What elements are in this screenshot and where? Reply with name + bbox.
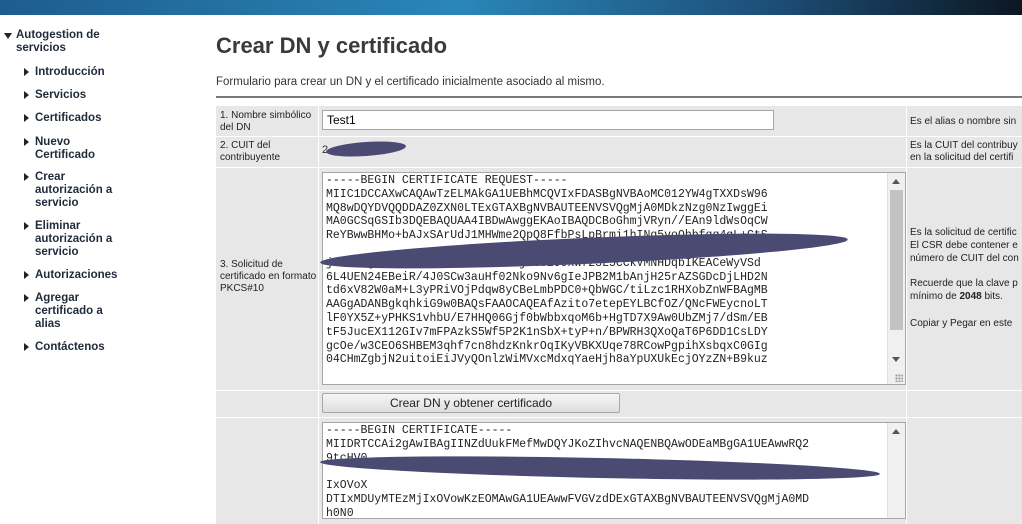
csr-help-bits-line: mínimo de 2048 bits.	[910, 291, 1003, 303]
chevron-right-icon	[24, 343, 29, 351]
sidebar-item-introduccion[interactable]: Introducción	[24, 66, 174, 79]
label-cell	[216, 418, 319, 524]
csr-textarea[interactable]: -----BEGIN CERTIFICATE REQUEST----- MIIC…	[322, 172, 906, 385]
cuit-help-line: Es la CUIT del contribuy	[910, 140, 1018, 151]
alias-help: Es el alias o nombre sin	[910, 116, 1017, 127]
label-cell	[216, 391, 319, 417]
sidebar-item-agregar-certificado[interactable]: Agregar certificado a alias	[24, 292, 174, 331]
alias-input[interactable]	[322, 110, 774, 130]
resize-grip-icon[interactable]	[895, 374, 903, 382]
redaction-mark	[325, 139, 407, 159]
sidebar-item-label[interactable]: Eliminar autorización a servicio	[35, 220, 135, 259]
textarea-cell: -----BEGIN CERTIFICATE----- MIIDRTCCAi2g…	[319, 418, 907, 524]
header-divider	[216, 96, 1022, 98]
form-row-submit: Crear DN y obtener certificado	[216, 390, 1022, 417]
sidebar-item-label[interactable]: Contáctenos	[35, 341, 155, 354]
button-cell: Crear DN y obtener certificado	[320, 391, 907, 417]
help-cell	[908, 391, 1022, 417]
top-banner	[0, 0, 1022, 15]
chevron-right-icon	[24, 138, 29, 146]
sidebar-item-certificados[interactable]: Certificados	[24, 112, 174, 125]
csr-label: 3. Solicitud de certificado en formato P…	[220, 259, 317, 294]
chevron-right-icon	[24, 68, 29, 76]
sidebar-item-label[interactable]: Introducción	[35, 66, 155, 79]
sidebar-item-servicios[interactable]: Servicios	[24, 89, 174, 102]
value-cell: 2	[320, 137, 907, 167]
scroll-down-arrow-icon[interactable]	[892, 357, 900, 362]
form-row-csr: 3. Solicitud de certificado en formato P…	[216, 167, 1022, 390]
sidebar-section-title[interactable]: Autogestion de servicios	[16, 29, 136, 55]
form-row-certificate: -----BEGIN CERTIFICATE----- MIIDRTCCAi2g…	[216, 417, 1022, 524]
csr-help-text: bits.	[981, 291, 1003, 302]
chevron-right-icon	[24, 222, 29, 230]
scroll-thumb[interactable]	[890, 190, 903, 330]
help-cell: Es el alias o nombre sin	[908, 106, 1022, 136]
sidebar-section-autogestion[interactable]: Autogestion de servicios	[4, 29, 136, 55]
alias-label: 1. Nombre simbólico del DN	[220, 110, 312, 133]
sidebar-item-label[interactable]: Servicios	[35, 89, 155, 102]
chevron-right-icon	[24, 173, 29, 181]
csr-scrollbar[interactable]	[887, 173, 905, 384]
csr-help-line: Recuerde que la clave p	[910, 278, 1018, 289]
csr-help-line: El CSR debe contener e	[910, 240, 1018, 251]
sidebar-item-label[interactable]: Autorizaciones	[35, 269, 155, 282]
sidebar-item-contactenos[interactable]: Contáctenos	[24, 341, 174, 354]
sidebar-item-label[interactable]: Nuevo Certificado	[35, 136, 110, 162]
label-cell: 1. Nombre simbólico del DN	[216, 106, 319, 136]
label-cell: 3. Solicitud de certificado en formato P…	[216, 168, 319, 390]
sidebar-item-label[interactable]: Agregar certificado a alias	[35, 292, 125, 331]
expanded-triangle-icon	[4, 33, 12, 39]
chevron-right-icon	[24, 114, 29, 122]
input-cell	[320, 106, 907, 136]
form-row-alias: 1. Nombre simbólico del DN Es el alias o…	[216, 105, 1022, 136]
sidebar-item-label[interactable]: Crear autorización a servicio	[35, 171, 135, 210]
csr-help-line: Es la solicitud de certific	[910, 227, 1017, 238]
cuit-help-line: en la solicitud del certifi	[910, 152, 1014, 163]
sidebar-item-nuevo-certificado[interactable]: Nuevo Certificado	[24, 136, 174, 162]
chevron-right-icon	[24, 91, 29, 99]
csr-help-bits: 2048	[959, 291, 982, 302]
certificate-scrollbar[interactable]	[887, 423, 905, 518]
help-cell: Es la CUIT del contribuy en la solicitud…	[908, 137, 1022, 167]
textarea-cell: -----BEGIN CERTIFICATE REQUEST----- MIIC…	[319, 168, 907, 390]
page-title: Crear DN y certificado	[216, 33, 448, 58]
sidebar-item-crear-autorizacion[interactable]: Crear autorización a servicio	[24, 171, 174, 210]
csr-help-line: número de CUIT del con	[910, 253, 1019, 264]
chevron-right-icon	[24, 294, 29, 302]
csr-help-line: Copiar y Pegar en este	[910, 318, 1013, 329]
help-cell	[908, 418, 1022, 524]
sidebar-item-autorizaciones[interactable]: Autorizaciones	[24, 269, 174, 282]
csr-help-text: mínimo de	[910, 291, 960, 302]
create-dn-button[interactable]: Crear DN y obtener certificado	[322, 393, 620, 413]
csr-text[interactable]: -----BEGIN CERTIFICATE REQUEST----- MIIC…	[323, 173, 905, 368]
chevron-right-icon	[24, 271, 29, 279]
cuit-label: 2. CUIT del contribuyente	[220, 140, 281, 163]
help-cell: Es la solicitud de certific El CSR debe …	[908, 168, 1022, 390]
label-cell: 2. CUIT del contribuyente	[216, 137, 319, 167]
page-subtitle: Formulario para crear un DN y el certifi…	[216, 76, 605, 88]
form-row-cuit: 2. CUIT del contribuyente 2 Es la CUIT d…	[216, 136, 1022, 167]
sidebar-item-label[interactable]: Certificados	[35, 112, 155, 125]
scroll-up-arrow-icon[interactable]	[892, 179, 900, 184]
scroll-up-arrow-icon[interactable]	[892, 429, 900, 434]
sidebar-item-eliminar-autorizacion[interactable]: Eliminar autorización a servicio	[24, 220, 174, 259]
